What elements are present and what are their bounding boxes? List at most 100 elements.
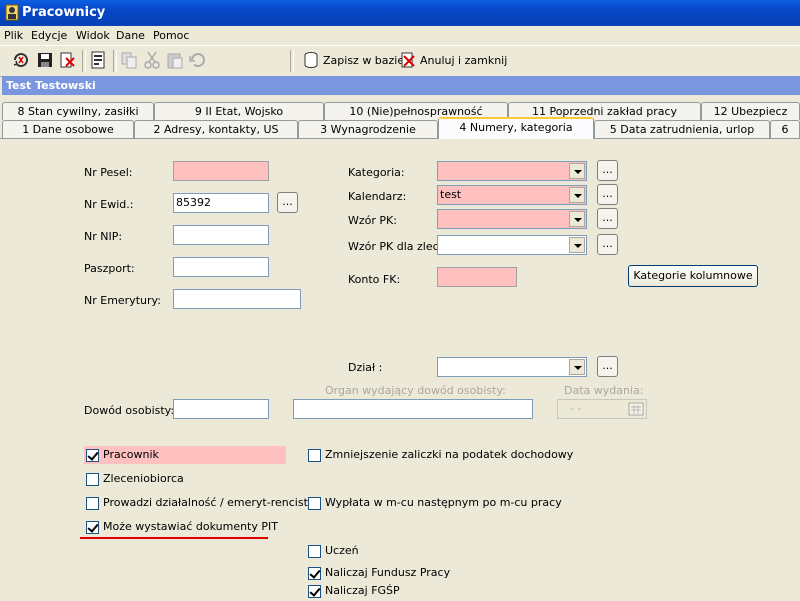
checkbox-label: Uczeń	[325, 544, 359, 557]
organ-field[interactable]	[293, 399, 533, 419]
checkbox-zmniejszenie-zaliczki[interactable]: Zmniejszenie zaliczki na podatek dochodo…	[308, 448, 573, 464]
checkbox-box[interactable]	[86, 497, 99, 510]
toolbar-separator	[290, 50, 294, 72]
checkbox-box[interactable]	[86, 521, 99, 534]
kalendarz-browse-button[interactable]: ...	[597, 184, 618, 205]
checkbox-box[interactable]	[308, 585, 321, 598]
cut-icon	[144, 51, 160, 69]
pesel-label: Nr Pesel:	[84, 166, 133, 179]
kategoria-select[interactable]	[437, 161, 587, 181]
paszport-field[interactable]	[173, 257, 269, 277]
paste-icon	[167, 53, 183, 69]
app-icon	[5, 4, 19, 21]
tab-ii-etat[interactable]: 9 II Etat, Wojsko	[154, 102, 324, 120]
checkbox-label: Naliczaj Fundusz Pracy	[325, 566, 451, 579]
menu-widok[interactable]: Widok	[76, 29, 110, 42]
tab-adresy-kontakty[interactable]: 2 Adresy, kontakty, US	[134, 120, 298, 138]
cancel-and-close-button[interactable]: Anuluj i zamknij	[399, 50, 507, 72]
checkbox-dzialalnosc[interactable]: Prowadzi działalność / emeryt-rencista	[86, 496, 315, 512]
employee-header: Test Testowski	[2, 76, 800, 95]
cancel-and-close-label: Anuluj i zamknij	[420, 54, 508, 67]
kategorie-kolumnowe-button[interactable]: Kategorie kolumnowe	[628, 265, 758, 287]
cancel-close-icon	[401, 52, 415, 68]
emerytury-field[interactable]	[173, 289, 301, 309]
nip-label: Nr NIP:	[84, 230, 123, 243]
kategoria-label: Kategoria:	[348, 166, 405, 179]
kalendarz-label: Kalendarz:	[348, 190, 407, 203]
kalendarz-value: test	[440, 188, 462, 201]
checkbox-label: Może wystawiać dokumenty PIT	[103, 520, 278, 533]
data-wydania-field: - -	[557, 399, 647, 419]
wzor-pk-label: Wzór PK:	[348, 214, 397, 227]
checkbox-fgsp[interactable]: Naliczaj FGŚP	[308, 584, 428, 600]
calendar-icon	[628, 402, 644, 416]
chevron-down-icon[interactable]	[569, 237, 585, 253]
checkbox-box[interactable]	[86, 473, 99, 486]
refresh-icon[interactable]	[11, 50, 31, 70]
save-to-db-label: Zapisz w bazie	[323, 54, 405, 67]
emerytury-label: Nr Emerytury:	[84, 294, 161, 307]
kategoria-browse-button[interactable]: ...	[597, 160, 618, 181]
chevron-down-icon[interactable]	[569, 187, 585, 203]
dzial-label: Dział :	[348, 361, 383, 374]
annotation-underline	[80, 537, 268, 539]
konto-fk-field[interactable]	[437, 267, 517, 287]
chevron-down-icon[interactable]	[569, 359, 585, 375]
checkbox-box[interactable]	[86, 449, 99, 462]
delete-icon[interactable]	[57, 50, 77, 70]
tab-dane-osobowe[interactable]: 1 Dane osobowe	[2, 120, 134, 138]
checkbox-fundusz-pracy[interactable]: Naliczaj Fundusz Pracy	[308, 566, 468, 582]
kalendarz-select[interactable]: test	[437, 185, 587, 205]
checkbox-box[interactable]	[308, 545, 321, 558]
menu-pomoc[interactable]: Pomoc	[153, 29, 189, 42]
tab-numery-kategoria[interactable]: 4 Numery, kategoria	[438, 117, 594, 139]
save-to-db-button[interactable]: Zapisz w bazie	[302, 50, 404, 72]
wzor-pk-zlec-browse-button[interactable]: ...	[597, 234, 618, 255]
checkbox-label: Zmniejszenie zaliczki na podatek dochodo…	[325, 448, 574, 461]
chevron-down-icon[interactable]	[569, 211, 585, 227]
tab-6[interactable]: 6	[770, 120, 800, 138]
pesel-field[interactable]	[173, 161, 269, 181]
title-bar: Pracownicy	[0, 0, 800, 26]
nip-field[interactable]	[173, 225, 269, 245]
checkbox-pit[interactable]: Może wystawiać dokumenty PIT	[86, 520, 278, 536]
organ-label: Organ wydający dowód osobisty:	[325, 384, 506, 397]
checkbox-uczen[interactable]: Uczeń	[308, 544, 428, 560]
checkbox-label: Prowadzi działalność / emeryt-rencista	[103, 496, 315, 509]
data-wydania-label: Data wydania:	[564, 384, 644, 397]
dowod-field[interactable]	[173, 399, 269, 419]
wzor-pk-zlec-select[interactable]	[437, 235, 587, 255]
dzial-browse-button[interactable]: ...	[597, 356, 618, 377]
ewid-browse-button[interactable]: ...	[277, 192, 298, 213]
checkbox-wyplata-nastepny[interactable]: Wypłata w m-cu następnym po m-cu pracy	[308, 496, 562, 512]
checkbox-box[interactable]	[308, 567, 321, 580]
checkbox-pracownik[interactable]: Pracownik	[86, 448, 286, 464]
checkbox-label: Zleceniobiorca	[103, 472, 184, 485]
checkbox-label: Naliczaj FGŚP	[325, 584, 400, 597]
menu-bar: Plik Edycje Widok Dane Pomoc	[0, 26, 800, 45]
tab-wynagrodzenie[interactable]: 3 Wynagrodzenie	[298, 120, 438, 138]
window-title: Pracownicy	[22, 5, 106, 20]
tab-stan-cywilny[interactable]: 8 Stan cywilny, zasiłki	[2, 102, 154, 120]
checkbox-zleceniobiorca[interactable]: Zleceniobiorca	[86, 472, 286, 488]
tab-ubezpieczenia[interactable]: 12 Ubezpiecz	[701, 102, 800, 120]
checkbox-box[interactable]	[308, 497, 321, 510]
chevron-down-icon[interactable]	[569, 163, 585, 179]
menu-dane[interactable]: Dane	[116, 29, 145, 42]
save-icon[interactable]	[35, 50, 55, 70]
ewid-field[interactable]: 85392	[173, 193, 269, 213]
dzial-select[interactable]	[437, 357, 587, 377]
wzor-pk-select[interactable]	[437, 209, 587, 229]
database-save-icon	[304, 52, 318, 69]
employee-name: Test Testowski	[6, 79, 96, 92]
toolbar-separator	[113, 50, 117, 72]
wzor-pk-browse-button[interactable]: ...	[597, 208, 618, 229]
menu-plik[interactable]: Plik	[4, 29, 23, 42]
wzor-pk-zlec-label: Wzór PK dla zlec.:	[348, 240, 446, 253]
toolbar: Zapisz w bazie Anuluj i zamknij	[0, 45, 800, 77]
tab-data-zatrudnienia[interactable]: 5 Data zatrudnienia, urlop	[594, 120, 770, 138]
properties-icon[interactable]	[88, 50, 108, 70]
menu-edycje[interactable]: Edycje	[31, 29, 67, 42]
checkbox-box[interactable]	[308, 449, 321, 462]
checkbox-label: Pracownik	[103, 448, 159, 461]
